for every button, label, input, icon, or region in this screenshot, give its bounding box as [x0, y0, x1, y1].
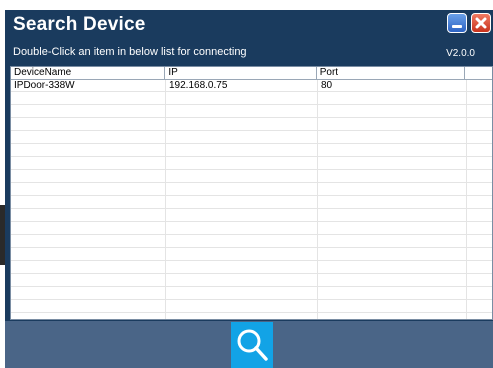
column-header-port[interactable]: Port — [317, 67, 466, 79]
list-header: DeviceName IP Port — [11, 67, 492, 80]
search-device-window: Search Device Double-Click an item in be… — [5, 10, 493, 368]
table-row[interactable]: IPDoor-338W 192.168.0.75 80 — [11, 80, 492, 92]
cell-ip: 192.168.0.75 — [169, 80, 228, 91]
cell-port: 80 — [321, 80, 333, 91]
column-header-extra — [465, 67, 492, 79]
close-button[interactable] — [471, 13, 491, 33]
device-list[interactable]: DeviceName IP Port IPDoor-338W 192.168.0… — [10, 66, 493, 320]
instruction-text: Double-Click an item in below list for c… — [13, 46, 247, 58]
window-title: Search Device — [13, 14, 146, 35]
column-header-ip[interactable]: IP — [165, 67, 317, 79]
search-icon — [237, 329, 268, 361]
search-button[interactable] — [231, 322, 273, 368]
minimize-icon — [452, 25, 462, 28]
column-header-devicename[interactable]: DeviceName — [11, 67, 166, 79]
close-icon — [475, 17, 487, 29]
minimize-button[interactable] — [447, 13, 467, 33]
cell-device-name: IPDoor-338W — [14, 80, 75, 91]
version-label: V2.0.0 — [446, 48, 475, 59]
